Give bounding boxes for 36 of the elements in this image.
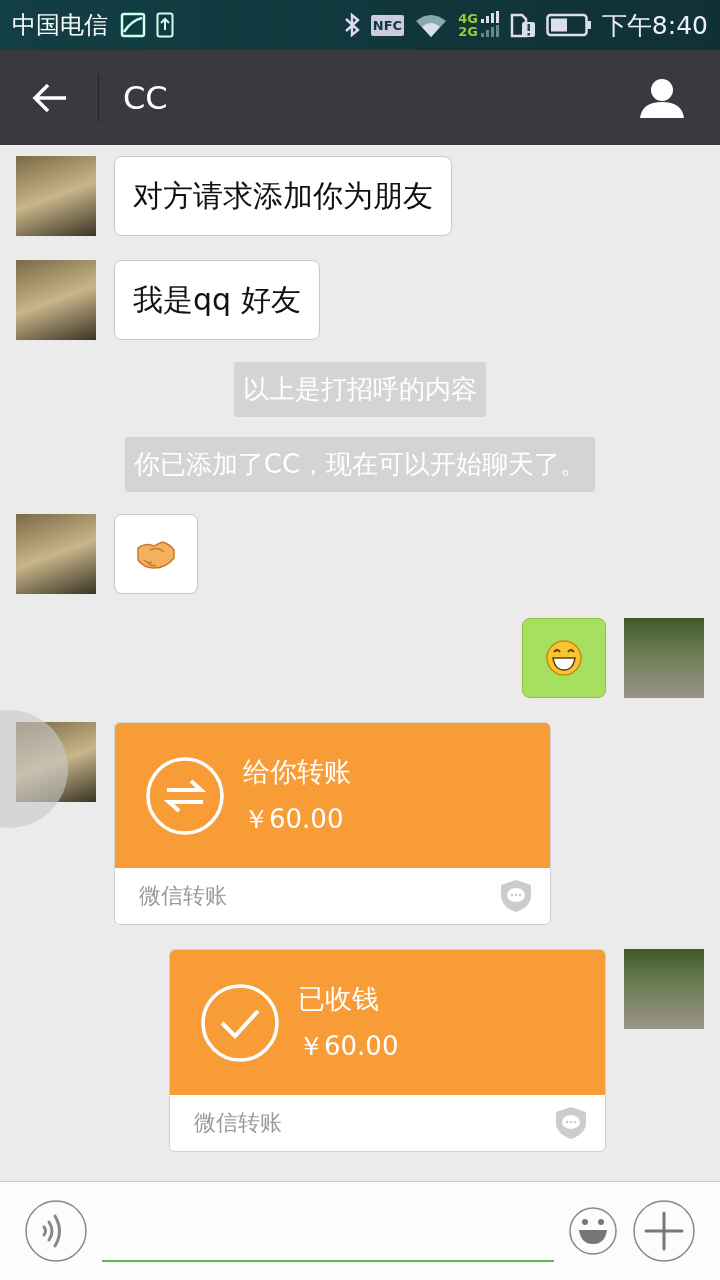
transfer-card[interactable]: 已收钱 ￥60.00 微信转账 — [169, 949, 606, 1152]
transfer-card[interactable]: 给你转账 ￥60.00 微信转账 — [114, 722, 551, 925]
avatar-photo[interactable] — [16, 156, 96, 236]
message-bubble: 我是qq 好友 — [114, 260, 320, 340]
transfer-title: 给你转账 — [243, 755, 351, 789]
carrier-name: 中国电信 — [12, 10, 108, 41]
person-icon[interactable] — [640, 77, 684, 118]
image-icon — [120, 12, 146, 38]
transfer-label: 微信转账 — [194, 1109, 282, 1137]
upload-icon — [156, 12, 174, 38]
wifi-icon — [414, 12, 449, 38]
message-bubble: 对方请求添加你为朋友 — [114, 156, 452, 236]
shield-icon — [500, 879, 532, 913]
avatar-photo[interactable] — [624, 618, 704, 698]
signal-icon — [479, 11, 500, 39]
avatar-photo[interactable] — [16, 514, 96, 594]
smiley-icon[interactable] — [568, 1206, 618, 1256]
transfer-amount: ￥60.00 — [243, 803, 345, 836]
avatar-photo[interactable] — [16, 722, 96, 802]
avatar-photo[interactable] — [16, 260, 96, 340]
back-arrow-icon[interactable] — [32, 81, 68, 114]
plus-icon[interactable] — [632, 1199, 696, 1263]
voice-icon[interactable] — [24, 1199, 88, 1263]
grinning-face-icon — [545, 639, 583, 677]
network-type: 4G 2G — [458, 12, 478, 38]
battery-icon — [545, 13, 592, 37]
transfer-label: 微信转账 — [139, 882, 227, 910]
nfc-icon: NFC — [370, 14, 405, 36]
transfer-title: 已收钱 — [298, 982, 380, 1016]
clock-time: 下午8:40 — [601, 9, 708, 42]
shield-icon — [555, 1106, 587, 1140]
transfer-amount: ￥60.00 — [298, 1030, 399, 1063]
chat-title: CC — [123, 78, 168, 117]
avatar-photo[interactable] — [624, 949, 704, 1029]
handshake-icon — [136, 538, 176, 570]
sim-alert-icon — [509, 12, 536, 38]
